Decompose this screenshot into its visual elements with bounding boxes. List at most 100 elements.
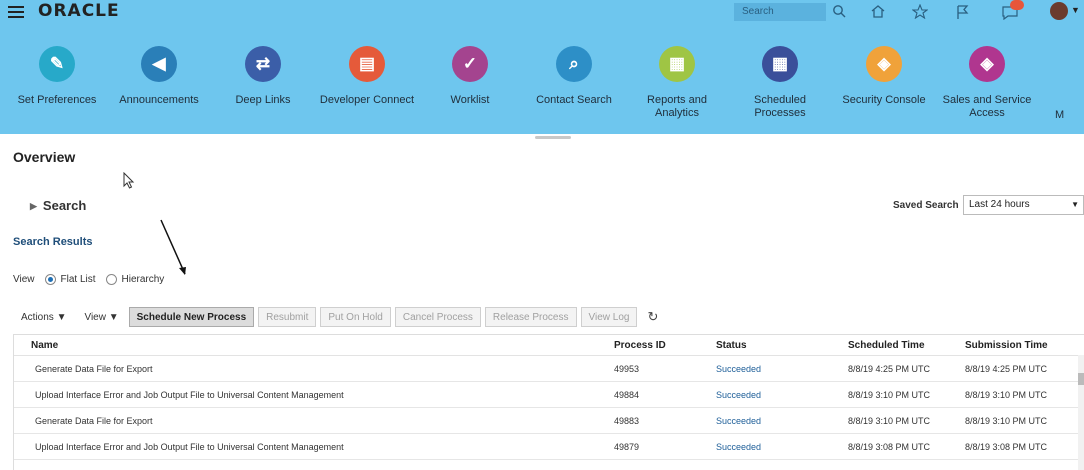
column-header-status[interactable]: Status bbox=[716, 335, 747, 355]
tile-set-preferences[interactable]: ✎ Set Preferences bbox=[2, 46, 112, 107]
cell-status[interactable]: Succeeded bbox=[716, 382, 761, 407]
cell-process-id: 49879 bbox=[614, 441, 640, 452]
column-header-scheduled-time[interactable]: Scheduled Time bbox=[848, 335, 925, 355]
oracle-logo: ORACLE bbox=[38, 1, 120, 21]
tile-label: Security Console bbox=[842, 94, 926, 106]
springboard-collapse-handle[interactable] bbox=[535, 136, 571, 139]
tile-label: Deep Links bbox=[235, 94, 291, 106]
chevron-down-icon: ▼ bbox=[1071, 200, 1079, 209]
search-results-title: Search Results bbox=[13, 236, 93, 248]
table-row[interactable]: Upload Interface Error and Job Output Fi… bbox=[14, 382, 1084, 408]
schedule-new-process-button[interactable]: Schedule New Process bbox=[128, 307, 255, 327]
refresh-icon[interactable]: ↻ bbox=[647, 309, 658, 325]
cancel-process-button[interactable]: Cancel Process bbox=[394, 307, 481, 327]
search-section-label: Search bbox=[42, 198, 87, 213]
saved-search-select[interactable]: Last 24 hours ▼ bbox=[963, 195, 1084, 215]
mouse-cursor-icon bbox=[123, 171, 135, 194]
saved-search-label: Saved Search bbox=[893, 200, 959, 211]
security-shield-icon: ◈ bbox=[866, 46, 902, 82]
cell-scheduled-time: 8/8/19 4:25 PM UTC bbox=[848, 363, 931, 374]
user-avatar[interactable] bbox=[1050, 2, 1068, 20]
tile-deep-links[interactable]: ⇄ Deep Links bbox=[208, 46, 318, 107]
cell-name: Upload Interface Error and Job Output Fi… bbox=[35, 441, 344, 452]
springboard-header: ORACLE Search ▼ ✎ Set Preferences ◀ Announc… bbox=[0, 0, 1084, 134]
table-row[interactable]: Generate Data File for Export 49883 Succee… bbox=[14, 408, 1084, 434]
tile-label: Developer Connect bbox=[319, 94, 415, 106]
resubmit-button[interactable]: Resubmit bbox=[258, 307, 317, 327]
page-title: Overview bbox=[13, 149, 76, 165]
cell-name: Generate Data File for Export bbox=[35, 363, 153, 374]
chevron-down-icon[interactable]: ▼ bbox=[1071, 5, 1080, 15]
column-header-name[interactable]: Name bbox=[31, 335, 58, 355]
cell-submission-time: 8/8/19 3:10 PM UTC bbox=[965, 415, 1048, 426]
table-header: Name Process ID Status Scheduled Time Su… bbox=[14, 335, 1084, 356]
tile-sales-and-service-access[interactable]: ◈ Sales and Service Access bbox=[932, 46, 1042, 120]
cell-process-id: 49953 bbox=[614, 363, 640, 374]
hierarchy-radio[interactable] bbox=[105, 274, 117, 285]
cell-status[interactable]: Succeeded bbox=[716, 434, 761, 459]
tile-label: Worklist bbox=[450, 94, 490, 106]
flat-list-radio[interactable] bbox=[44, 274, 56, 285]
cell-scheduled-time: 8/8/19 3:10 PM UTC bbox=[848, 415, 931, 426]
deep-links-icon: ⇄ bbox=[245, 46, 281, 82]
contact-search-icon: ⌕ bbox=[556, 46, 592, 82]
cell-process-id: 49883 bbox=[614, 415, 640, 426]
put-on-hold-button[interactable]: Put On Hold bbox=[320, 307, 391, 327]
release-process-button[interactable]: Release Process bbox=[484, 307, 577, 327]
more-tiles-label[interactable]: M bbox=[1055, 109, 1064, 121]
hierarchy-label[interactable]: Hierarchy bbox=[122, 274, 165, 285]
favorites-star-icon[interactable] bbox=[911, 3, 929, 20]
cell-status[interactable]: Succeeded bbox=[716, 356, 761, 381]
disclosure-triangle-icon: ▶ bbox=[30, 201, 37, 211]
cell-process-id: 49884 bbox=[614, 389, 640, 400]
tile-label: Reports and Analytics bbox=[647, 94, 707, 119]
global-search-input[interactable]: Search bbox=[734, 3, 826, 21]
tile-scheduled-processes[interactable]: ▦ Scheduled Processes bbox=[725, 46, 835, 120]
process-results-table: Name Process ID Status Scheduled Time Su… bbox=[13, 334, 1084, 470]
sales-shield-icon: ◈ bbox=[969, 46, 1005, 82]
table-scrollbar[interactable] bbox=[1078, 355, 1084, 470]
tile-contact-search[interactable]: ⌕ Contact Search bbox=[519, 46, 629, 107]
view-label: View bbox=[13, 274, 35, 285]
tile-reports-and-analytics[interactable]: ▦ Reports and Analytics bbox=[622, 46, 732, 120]
developer-connect-icon: ▤ bbox=[349, 46, 385, 82]
column-header-process-id[interactable]: Process ID bbox=[614, 335, 666, 355]
tile-label: Announcements bbox=[119, 94, 199, 106]
cell-scheduled-time: 8/8/19 3:08 PM UTC bbox=[848, 441, 931, 452]
saved-search-value: Last 24 hours bbox=[969, 199, 1030, 210]
search-icon[interactable] bbox=[830, 4, 848, 20]
flat-list-label[interactable]: Flat List bbox=[61, 274, 96, 285]
results-toolbar: Actions ▼ View ▼ Schedule New Process Re… bbox=[13, 306, 1084, 328]
table-row[interactable]: Generate Data File for Export 49953 Succee… bbox=[14, 356, 1084, 382]
view-menu[interactable]: View ▼ bbox=[84, 312, 118, 323]
notification-badge bbox=[1010, 0, 1024, 10]
cell-submission-time: 8/8/19 3:10 PM UTC bbox=[965, 389, 1048, 400]
home-icon[interactable] bbox=[869, 4, 887, 20]
tile-announcements[interactable]: ◀ Announcements bbox=[104, 46, 214, 107]
tile-worklist[interactable]: ✓ Worklist bbox=[415, 46, 525, 107]
cell-submission-time: 8/8/19 4:25 PM UTC bbox=[965, 363, 1048, 374]
cell-status[interactable]: Succeeded bbox=[716, 408, 761, 433]
actions-menu[interactable]: Actions ▼ bbox=[21, 312, 66, 323]
tile-label: Sales and Service Access bbox=[942, 94, 1032, 119]
tile-label: Set Preferences bbox=[17, 94, 97, 106]
navigator-menu-icon[interactable] bbox=[8, 6, 24, 18]
worklist-icon: ✓ bbox=[452, 46, 488, 82]
calendar-icon: ▦ bbox=[762, 46, 798, 82]
megaphone-icon: ◀ bbox=[141, 46, 177, 82]
view-log-button[interactable]: View Log bbox=[580, 307, 638, 327]
search-section-toggle[interactable]: ▶ Search bbox=[30, 198, 86, 213]
column-header-submission-time[interactable]: Submission Time bbox=[965, 335, 1048, 355]
cell-submission-time: 8/8/19 3:08 PM UTC bbox=[965, 441, 1048, 452]
tile-developer-connect[interactable]: ▤ Developer Connect bbox=[312, 46, 422, 107]
flag-icon[interactable] bbox=[953, 4, 971, 20]
set-preferences-icon: ✎ bbox=[39, 46, 75, 82]
reports-icon: ▦ bbox=[659, 46, 695, 82]
tile-label: Contact Search bbox=[536, 94, 612, 106]
table-row[interactable]: Upload Interface Error and Job Output Fi… bbox=[14, 434, 1084, 460]
tile-label: Scheduled Processes bbox=[754, 94, 806, 119]
tile-security-console[interactable]: ◈ Security Console bbox=[829, 46, 939, 107]
cell-name: Upload Interface Error and Job Output Fi… bbox=[35, 389, 344, 400]
cell-scheduled-time: 8/8/19 3:10 PM UTC bbox=[848, 389, 931, 400]
scrollbar-thumb[interactable] bbox=[1078, 373, 1084, 385]
